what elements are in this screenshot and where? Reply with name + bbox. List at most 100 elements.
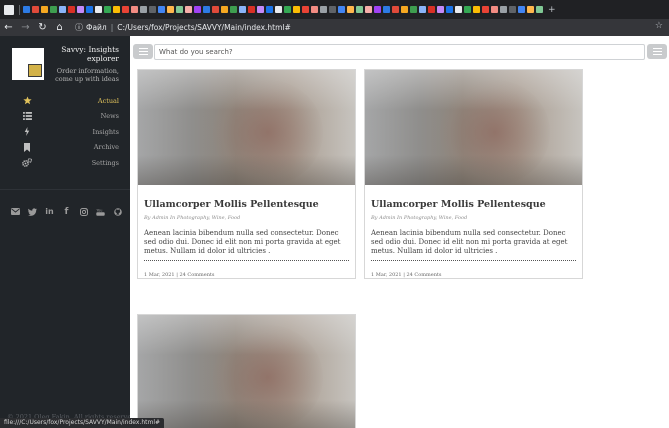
image-fill: [138, 155, 355, 185]
active-tab-favicon[interactable]: [4, 4, 14, 15]
tab-favicon[interactable]: [140, 6, 147, 13]
tab-favicon[interactable]: [392, 6, 399, 13]
tab-favicon[interactable]: [347, 6, 354, 13]
tab-favicon[interactable]: [266, 6, 273, 13]
home-icon[interactable]: ⌂: [51, 22, 68, 33]
github-icon[interactable]: [112, 206, 123, 217]
tab-favicon[interactable]: [158, 6, 165, 13]
tab-favicon[interactable]: [464, 6, 471, 13]
tab-favicon[interactable]: [482, 6, 489, 13]
sidebar-toggle-button[interactable]: [133, 44, 153, 59]
tab-favicon[interactable]: [419, 6, 426, 13]
post-card[interactable]: Ullamcorper Mollis Pellentesque By Admin…: [364, 69, 583, 279]
new-tab-icon[interactable]: +: [548, 5, 556, 15]
linkedin-icon[interactable]: in: [44, 206, 55, 217]
tab-favicon[interactable]: [248, 6, 255, 13]
twitter-icon[interactable]: [27, 206, 38, 217]
facebook-icon[interactable]: f: [61, 206, 72, 217]
tab-favicon[interactable]: [320, 6, 327, 13]
tab-favicon[interactable]: [176, 6, 183, 13]
tab-favicon[interactable]: [104, 6, 111, 13]
bookmark-star-icon[interactable]: ☆: [655, 21, 663, 31]
mail-icon[interactable]: [10, 206, 21, 217]
tab-favicon[interactable]: [401, 6, 408, 13]
bookmark-icon: [22, 142, 32, 152]
post-title[interactable]: Ullamcorper Mollis Pellentesque: [371, 199, 576, 210]
tab-favicon[interactable]: [77, 6, 84, 13]
tab-favicon[interactable]: [455, 6, 462, 13]
secondary-menu-button[interactable]: [647, 44, 667, 59]
tab-favicon[interactable]: [509, 6, 516, 13]
tab-favicon[interactable]: [122, 6, 129, 13]
tab-favicon[interactable]: [473, 6, 480, 13]
tab-favicon[interactable]: [113, 6, 120, 13]
tab-favicon[interactable]: [446, 6, 453, 13]
tab-favicon[interactable]: [374, 6, 381, 13]
tab-favicon[interactable]: [365, 6, 372, 13]
url-text[interactable]: C:/Users/fox/Projects/SAVVY/Main/index.h…: [117, 23, 291, 32]
image-fill: [365, 70, 582, 110]
tab-favicon[interactable]: [338, 6, 345, 13]
tab-favicon[interactable]: [491, 6, 498, 13]
post-card[interactable]: Ullamcorper Mollis Pellentesque By Admin…: [137, 69, 356, 279]
sidebar-item-archive[interactable]: Archive: [0, 140, 130, 156]
image-fill: [138, 70, 355, 110]
tab-favicon[interactable]: [149, 6, 156, 13]
tab-favicon[interactable]: [239, 6, 246, 13]
tab-favicon[interactable]: [86, 6, 93, 13]
tab-favicon[interactable]: [32, 6, 39, 13]
reload-icon[interactable]: ↻: [34, 22, 51, 33]
menu-line: [652, 53, 662, 55]
youtube-icon[interactable]: You: [95, 206, 106, 217]
tab-favicon[interactable]: [311, 6, 318, 13]
tab-favicon[interactable]: [536, 6, 543, 13]
post-meta: By Admin In Photography, Wine, Food: [371, 215, 468, 221]
tab-favicon[interactable]: [167, 6, 174, 13]
tab-favicon[interactable]: [275, 6, 282, 13]
address-bar[interactable]: ⓘ Файл | C:/Users/fox/Projects/SAVVY/Mai…: [74, 21, 664, 34]
post-image[interactable]: [365, 70, 582, 185]
tab-favicon[interactable]: [257, 6, 264, 13]
tab-favicon[interactable]: [194, 6, 201, 13]
menu-line: [652, 48, 662, 50]
tab-favicon[interactable]: [428, 6, 435, 13]
tab-favicon[interactable]: [293, 6, 300, 13]
tab-favicon[interactable]: [203, 6, 210, 13]
tab-favicon[interactable]: [221, 6, 228, 13]
instagram-icon[interactable]: [78, 206, 89, 217]
post-title[interactable]: Ullamcorper Mollis Pellentesque: [144, 199, 349, 210]
forward-arrow-icon[interactable]: →: [17, 22, 34, 33]
tab-favicon[interactable]: [50, 6, 57, 13]
tab-favicon[interactable]: [410, 6, 417, 13]
tab-favicon[interactable]: [302, 6, 309, 13]
tab-favicon[interactable]: [68, 6, 75, 13]
back-arrow-icon[interactable]: ←: [0, 22, 17, 33]
tab-favicon[interactable]: [518, 6, 525, 13]
tab-favicon[interactable]: [356, 6, 363, 13]
tab-favicon[interactable]: [230, 6, 237, 13]
tab-favicon[interactable]: [383, 6, 390, 13]
sidebar-item-insights[interactable]: Insights: [0, 124, 130, 140]
tab-favicon[interactable]: [23, 6, 30, 13]
status-bar-url: file:///C:/Users/fox/Projects/SAVVY/Main…: [0, 418, 165, 428]
tab-favicon[interactable]: [212, 6, 219, 13]
tab-favicon[interactable]: [41, 6, 48, 13]
tab-favicon[interactable]: [59, 6, 66, 13]
tab-favicon[interactable]: [329, 6, 336, 13]
search-input[interactable]: [154, 44, 645, 60]
menu-line: [138, 53, 148, 55]
tab-favicon[interactable]: [131, 6, 138, 13]
sidebar-item-news[interactable]: News: [0, 109, 130, 125]
info-icon[interactable]: ⓘ: [74, 22, 84, 33]
sidebar-item-actual[interactable]: Actual: [0, 93, 130, 109]
tab-favicon[interactable]: [437, 6, 444, 13]
tab-favicon[interactable]: [500, 6, 507, 13]
tab-favicon[interactable]: [95, 6, 102, 13]
post-card[interactable]: [137, 314, 356, 428]
post-image[interactable]: [138, 70, 355, 185]
tab-favicon[interactable]: [284, 6, 291, 13]
tab-favicon[interactable]: [527, 6, 534, 13]
post-image[interactable]: [138, 315, 355, 428]
tab-favicon[interactable]: [185, 6, 192, 13]
sidebar-item-settings[interactable]: Settings: [0, 155, 130, 171]
